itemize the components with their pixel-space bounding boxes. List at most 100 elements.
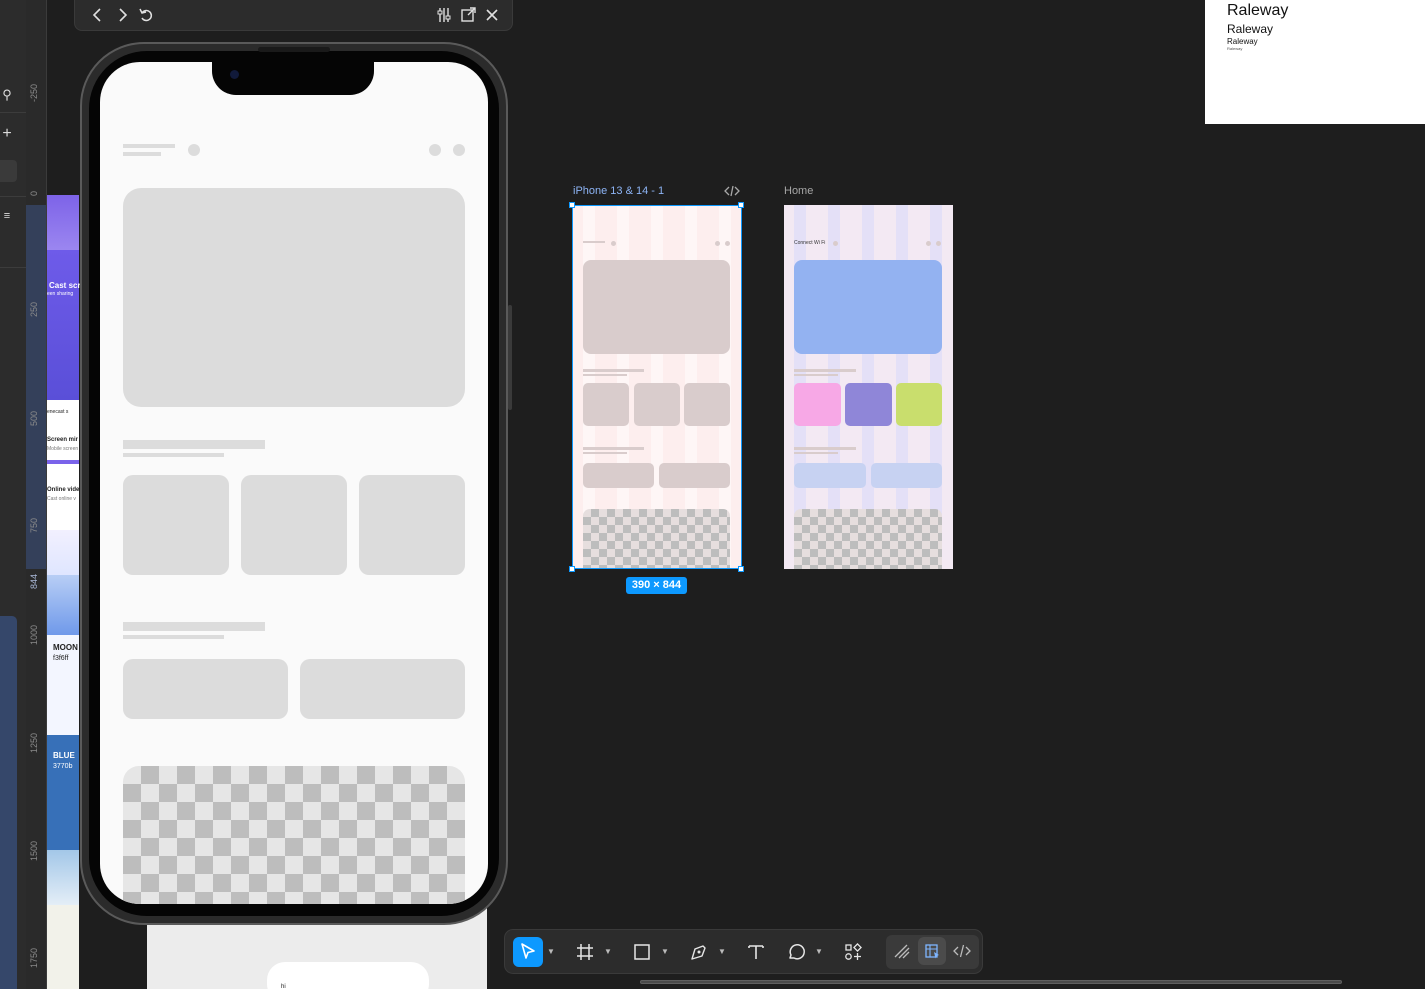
horizontal-scrollbar[interactable] — [640, 980, 1342, 984]
prototype-toolbar — [74, 0, 513, 31]
skeleton-avatar — [833, 241, 838, 246]
bg-text: ose — [47, 400, 58, 406]
back-button[interactable] — [88, 5, 108, 25]
resources-button[interactable] — [838, 937, 868, 967]
ruler-label: 1000 — [29, 625, 39, 646]
skeleton-avatar — [188, 144, 200, 156]
camera-icon — [230, 70, 239, 79]
skeleton-tile — [241, 475, 347, 575]
code-icon — [724, 185, 740, 197]
comment-tool-dropdown[interactable]: ▼ — [814, 937, 824, 967]
resize-handle[interactable] — [738, 566, 744, 572]
resize-handle[interactable] — [569, 202, 575, 208]
code-icon — [953, 944, 971, 958]
hero-card — [794, 260, 942, 354]
skeleton-line — [123, 152, 161, 156]
vertical-ruler: -250 0 250 500 750 844 1000 1250 1500 17… — [26, 0, 47, 989]
skeleton-icon — [926, 241, 931, 246]
phone-speaker — [258, 47, 330, 52]
frame-icon — [577, 944, 593, 960]
frame-tool-button[interactable] — [570, 937, 600, 967]
comment-icon — [789, 944, 805, 960]
bg-text: enecast s — [47, 409, 69, 415]
design-mode-icon — [925, 944, 939, 959]
rectangle-tool-button[interactable] — [627, 937, 657, 967]
skeleton-line — [123, 144, 175, 148]
bg-text: Online vide — [47, 487, 80, 493]
ruler-label: -250 — [29, 84, 39, 103]
font-preview-card[interactable]: Raleway Raleway Raleway Raleway — [1205, 0, 1425, 124]
frame-tool-dropdown[interactable]: ▼ — [603, 937, 613, 967]
bg-text: MOON — [53, 643, 78, 652]
restart-button[interactable] — [136, 5, 156, 25]
bg-text: Screen mir — [47, 437, 79, 443]
dev-mode-button[interactable] — [948, 937, 976, 965]
close-button[interactable] — [482, 5, 502, 25]
bg-text: 3770b — [53, 763, 73, 770]
frame-label-iphone[interactable]: iPhone 13 & 14 - 1 — [573, 185, 664, 197]
phone-screen[interactable] — [100, 62, 488, 904]
frame-home[interactable]: Connect Wi Fi — [784, 205, 953, 569]
bg-block — [47, 905, 79, 989]
home-heading: Connect Wi Fi — [794, 240, 826, 246]
selection-outline — [572, 205, 742, 569]
pen-tool-dropdown[interactable]: ▼ — [717, 937, 727, 967]
frame-label-home[interactable]: Home — [784, 185, 813, 197]
pen-tool-button[interactable] — [684, 937, 714, 967]
ruler-label: 1500 — [29, 841, 39, 862]
sliders-icon — [437, 8, 451, 22]
rectangle-tool-dropdown[interactable]: ▼ — [660, 937, 670, 967]
open-external-icon — [461, 7, 476, 22]
skeleton-icon — [453, 144, 465, 156]
divider — [0, 267, 26, 268]
skeleton-heading — [123, 622, 265, 631]
skeleton-tile — [123, 475, 229, 575]
ruler-label: 0 — [29, 191, 39, 197]
skeleton-wide-tile — [300, 659, 465, 719]
draw-mode-button[interactable] — [888, 937, 916, 965]
open-in-new-tab-button[interactable] — [458, 5, 478, 25]
design-mode-button[interactable] — [918, 937, 946, 965]
skeleton-heading — [123, 440, 265, 449]
list-icon[interactable]: ≡ — [0, 209, 14, 223]
bg-card — [267, 962, 429, 989]
skeleton-subheading — [794, 374, 838, 376]
ruler-label: 750 — [29, 518, 39, 534]
move-tool-dropdown[interactable]: ▼ — [546, 937, 556, 967]
skeleton-wide-tile — [123, 659, 288, 719]
left-toolbar: ⚲ + ≡ — [0, 0, 27, 989]
ruler-label: 500 — [29, 411, 39, 427]
move-tool-button[interactable] — [513, 937, 543, 967]
bg-block — [47, 850, 79, 905]
prototype-settings-button[interactable] — [434, 5, 454, 25]
bg-text: een sharing — [47, 291, 74, 297]
chevron-right-icon — [119, 8, 128, 22]
rectangle-icon — [634, 944, 650, 960]
ruler-label: 1250 — [29, 733, 39, 754]
search-icon[interactable]: ⚲ — [0, 88, 14, 102]
ruler-label: 1750 — [29, 948, 39, 969]
wide-tile — [871, 463, 942, 488]
panel-tab[interactable] — [0, 160, 17, 182]
restart-icon — [139, 8, 153, 22]
divider — [0, 196, 26, 197]
comment-tool-button[interactable] — [781, 937, 811, 967]
ruler-label: 844 — [29, 574, 39, 590]
skeleton-heading — [794, 447, 856, 450]
font-sample-small: Raleway — [1227, 37, 1258, 46]
resize-handle[interactable] — [569, 566, 575, 572]
bg-text: Mobile screen — [47, 446, 79, 452]
skeleton-tile — [359, 475, 465, 575]
frame-code-button[interactable] — [724, 183, 740, 199]
skeleton-subheading — [123, 453, 224, 457]
bg-text: f3f6ff — [53, 655, 69, 662]
bg-text: Cast online v — [47, 496, 76, 502]
bg-text: BLUE — [53, 751, 75, 760]
skeleton-hero-card — [123, 188, 465, 407]
skeleton-icon — [429, 144, 441, 156]
resize-handle[interactable] — [738, 202, 744, 208]
text-tool-button[interactable] — [741, 937, 771, 967]
skeleton-subheading — [794, 452, 838, 454]
plus-icon[interactable]: + — [0, 126, 14, 142]
forward-button[interactable] — [112, 5, 132, 25]
